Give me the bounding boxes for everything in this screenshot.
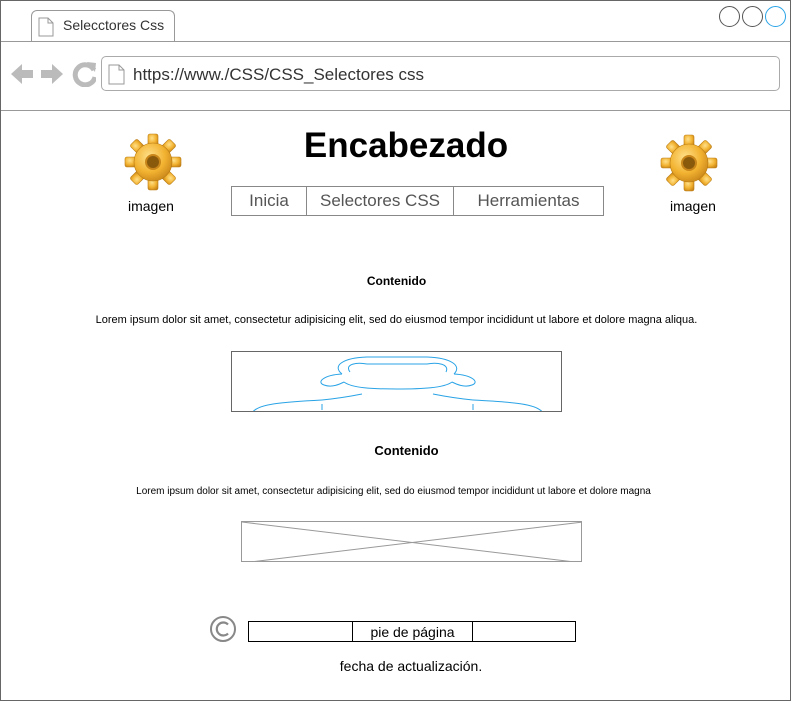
copyright-icon (209, 615, 239, 650)
main-menu: Inicia Selectores CSS Herramientas (231, 186, 604, 216)
footer-bar: pie de página (248, 621, 576, 642)
minimize-button[interactable] (719, 6, 740, 27)
user-figure-icon (253, 356, 542, 411)
browser-window: Selecctores Css https://www./CSS/CSS_Sel… (0, 0, 791, 701)
address-bar[interactable]: https://www./CSS/CSS_Selectores css (101, 56, 780, 91)
footer-cell-left (249, 622, 353, 641)
tab-divider (1, 41, 790, 42)
close-button[interactable] (765, 6, 786, 27)
menu-item-selectores-css[interactable]: Selectores CSS (307, 187, 454, 215)
menu-item-inicia[interactable]: Inicia (232, 187, 307, 215)
window-controls (719, 6, 786, 27)
section1-text: Lorem ipsum dolor sit amet, consectetur … (95, 314, 698, 326)
nav-divider (1, 110, 790, 111)
tab-title: Selecctores Css (63, 17, 165, 33)
gear-icon (123, 131, 183, 196)
gear-icon (659, 131, 719, 198)
user-image-placeholder (231, 351, 562, 412)
page-icon (38, 17, 54, 42)
section2-text: Lorem ipsum dolor sit amet, consectetur … (136, 486, 651, 497)
maximize-button[interactable] (742, 6, 763, 27)
page-title: Encabezado (303, 126, 509, 165)
left-image-label: imagen (128, 198, 174, 214)
footer-cell-right (473, 622, 575, 641)
reload-icon[interactable] (72, 62, 98, 88)
footer-label: pie de página (353, 622, 473, 641)
url-text: https://www./CSS/CSS_Selectores css (133, 65, 424, 84)
update-date-text: fecha de actualización. (339, 658, 483, 674)
page-icon (108, 64, 125, 90)
forward-arrow-icon[interactable] (41, 64, 63, 84)
right-image-label: imagen (670, 198, 716, 214)
back-arrow-icon[interactable] (11, 64, 33, 84)
nav-controls (11, 61, 98, 92)
image-placeholder (241, 521, 582, 562)
section2-title: Contenido (374, 443, 439, 458)
section1-title: Contenido (366, 274, 427, 288)
menu-item-herramientas[interactable]: Herramientas (454, 187, 603, 215)
browser-tab[interactable]: Selecctores Css (31, 10, 175, 41)
